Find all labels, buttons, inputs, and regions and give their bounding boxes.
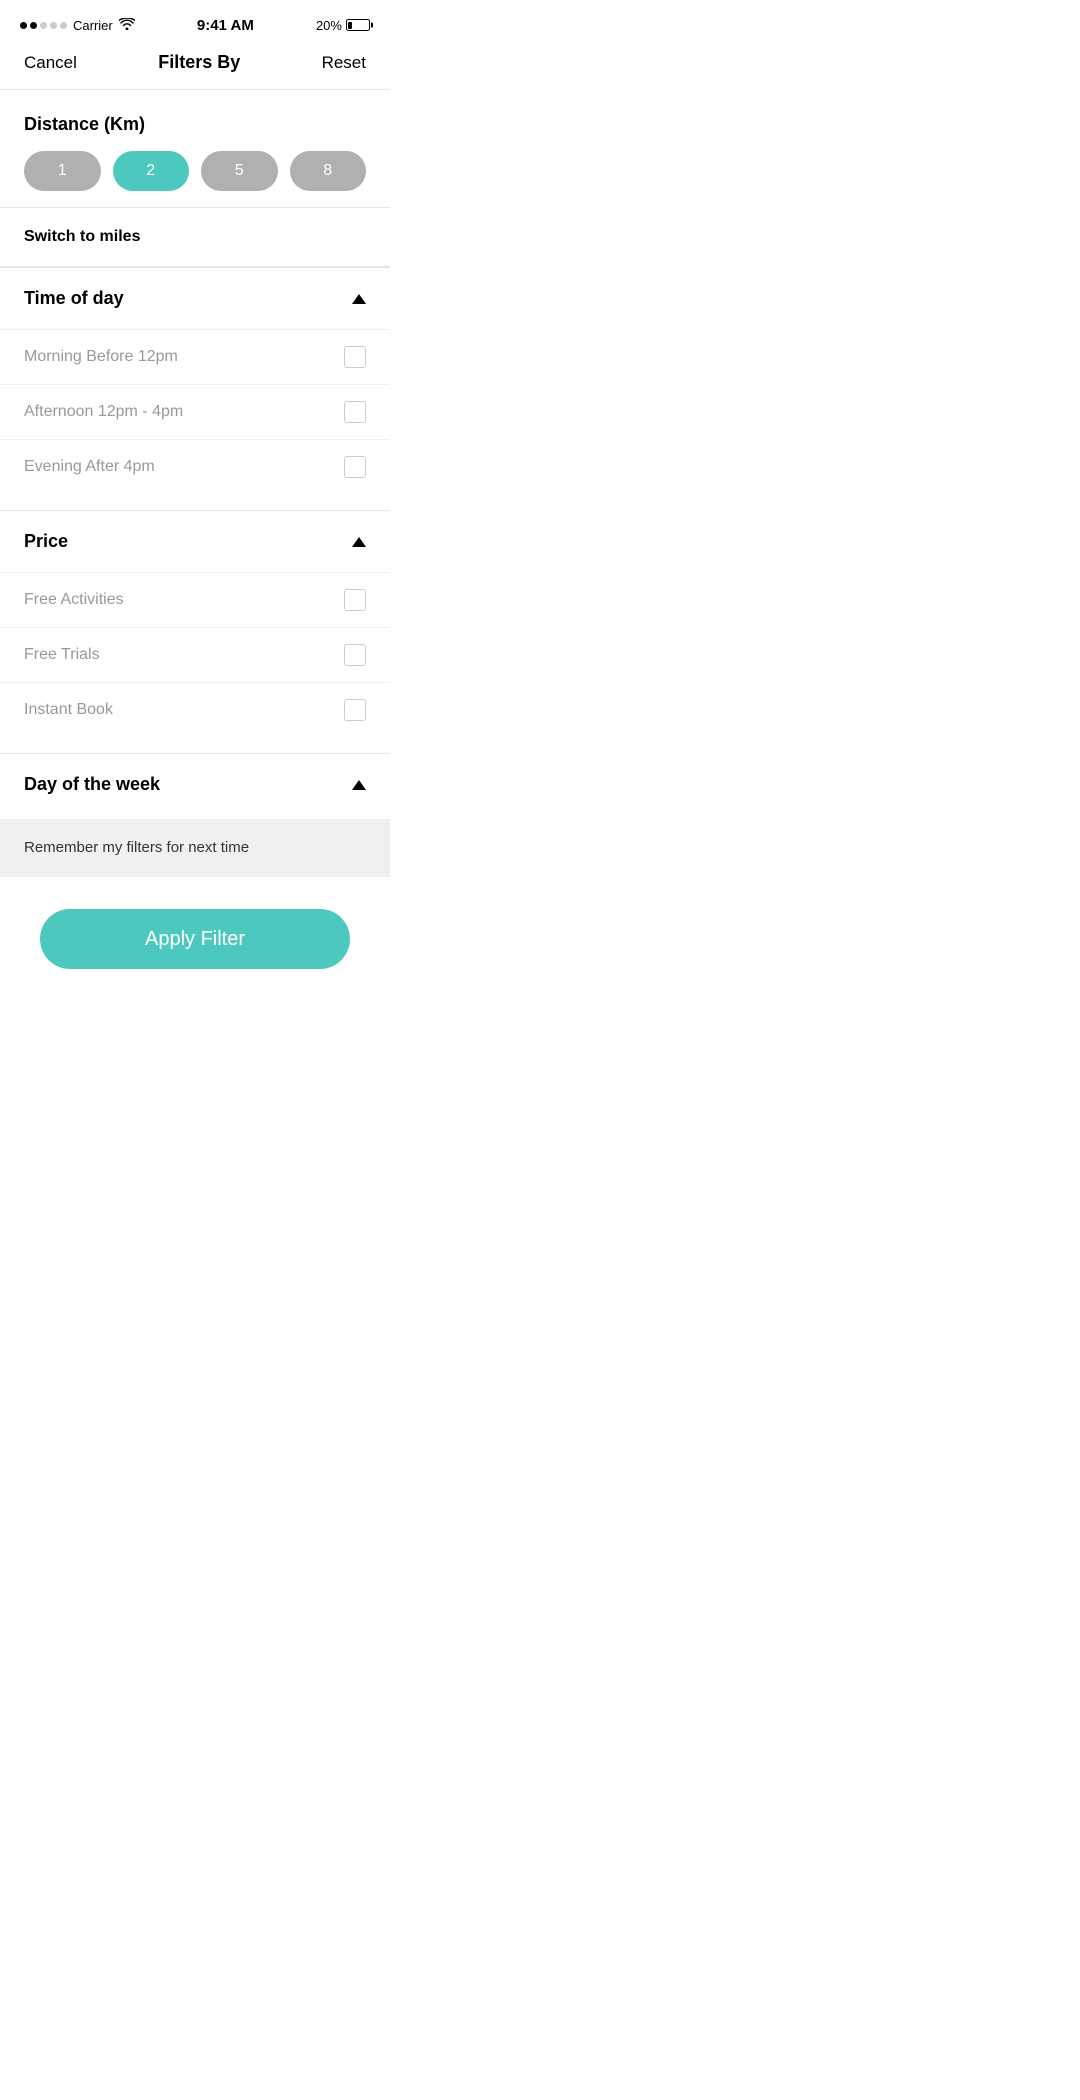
price-section: Price Free Activities Free Trials Instan…	[0, 510, 390, 737]
price-chevron-icon	[352, 537, 366, 547]
time-afternoon-checkbox[interactable]	[344, 401, 366, 423]
cancel-button[interactable]: Cancel	[24, 53, 77, 73]
battery-outer	[346, 19, 370, 31]
price-header[interactable]: Price	[0, 511, 390, 572]
distance-pill-1[interactable]: 1	[24, 151, 101, 191]
status-right: 20%	[316, 18, 370, 33]
wifi-icon	[119, 18, 135, 33]
price-free-trials-label: Free Trials	[24, 646, 100, 664]
distance-pill-2[interactable]: 2	[113, 151, 190, 191]
time-of-day-chevron-icon	[352, 294, 366, 304]
signal-dots	[20, 22, 67, 29]
signal-dot-2	[30, 22, 37, 29]
page-title: Filters By	[158, 52, 240, 73]
time-afternoon-label: Afternoon 12pm - 4pm	[24, 403, 183, 421]
status-bar: Carrier 9:41 AM 20%	[0, 0, 390, 44]
price-free-trials-row: Free Trials	[0, 627, 390, 682]
price-free-activities-row: Free Activities	[0, 572, 390, 627]
time-morning-checkbox[interactable]	[344, 346, 366, 368]
switch-miles-button[interactable]: Switch to miles	[0, 208, 390, 266]
day-of-week-header[interactable]: Day of the week	[0, 754, 390, 815]
battery-percent: 20%	[316, 18, 342, 33]
reset-button[interactable]: Reset	[322, 53, 366, 73]
status-left: Carrier	[20, 18, 135, 33]
time-morning-label: Morning Before 12pm	[24, 348, 178, 366]
status-time: 9:41 AM	[197, 17, 254, 34]
signal-dot-4	[50, 22, 57, 29]
distance-title: Distance (Km)	[24, 114, 366, 135]
price-instant-book-checkbox[interactable]	[344, 699, 366, 721]
signal-dot-5	[60, 22, 67, 29]
time-of-day-title: Time of day	[24, 288, 124, 309]
day-of-week-section: Day of the week	[0, 753, 390, 815]
signal-dot-1	[20, 22, 27, 29]
carrier-label: Carrier	[73, 18, 113, 33]
distance-pill-8[interactable]: 8	[290, 151, 367, 191]
battery-icon	[346, 19, 370, 31]
day-of-week-title: Day of the week	[24, 774, 160, 795]
signal-dot-3	[40, 22, 47, 29]
price-instant-book-label: Instant Book	[24, 701, 113, 719]
time-of-day-header[interactable]: Time of day	[0, 268, 390, 329]
distance-section: Distance (Km) 1 2 5 8	[0, 90, 390, 207]
time-evening-label: Evening After 4pm	[24, 458, 155, 476]
time-morning-row: Morning Before 12pm	[0, 329, 390, 384]
price-free-activities-checkbox[interactable]	[344, 589, 366, 611]
time-evening-checkbox[interactable]	[344, 456, 366, 478]
time-afternoon-row: Afternoon 12pm - 4pm	[0, 384, 390, 439]
price-instant-book-row: Instant Book	[0, 682, 390, 737]
price-free-activities-label: Free Activities	[24, 591, 124, 609]
distance-pills-row: 1 2 5 8	[24, 151, 366, 191]
price-free-trials-checkbox[interactable]	[344, 644, 366, 666]
remember-section: Remember my filters for next time	[0, 819, 390, 877]
time-of-day-section: Time of day Morning Before 12pm Afternoo…	[0, 267, 390, 494]
nav-bar: Cancel Filters By Reset	[0, 44, 390, 89]
price-title: Price	[24, 531, 68, 552]
day-of-week-chevron-icon	[352, 780, 366, 790]
apply-filter-button[interactable]: Apply Filter	[40, 909, 350, 969]
distance-pill-5[interactable]: 5	[201, 151, 278, 191]
apply-button-container: Apply Filter	[0, 877, 390, 1009]
battery-fill	[348, 22, 352, 29]
remember-text: Remember my filters for next time	[24, 839, 249, 856]
time-evening-row: Evening After 4pm	[0, 439, 390, 494]
